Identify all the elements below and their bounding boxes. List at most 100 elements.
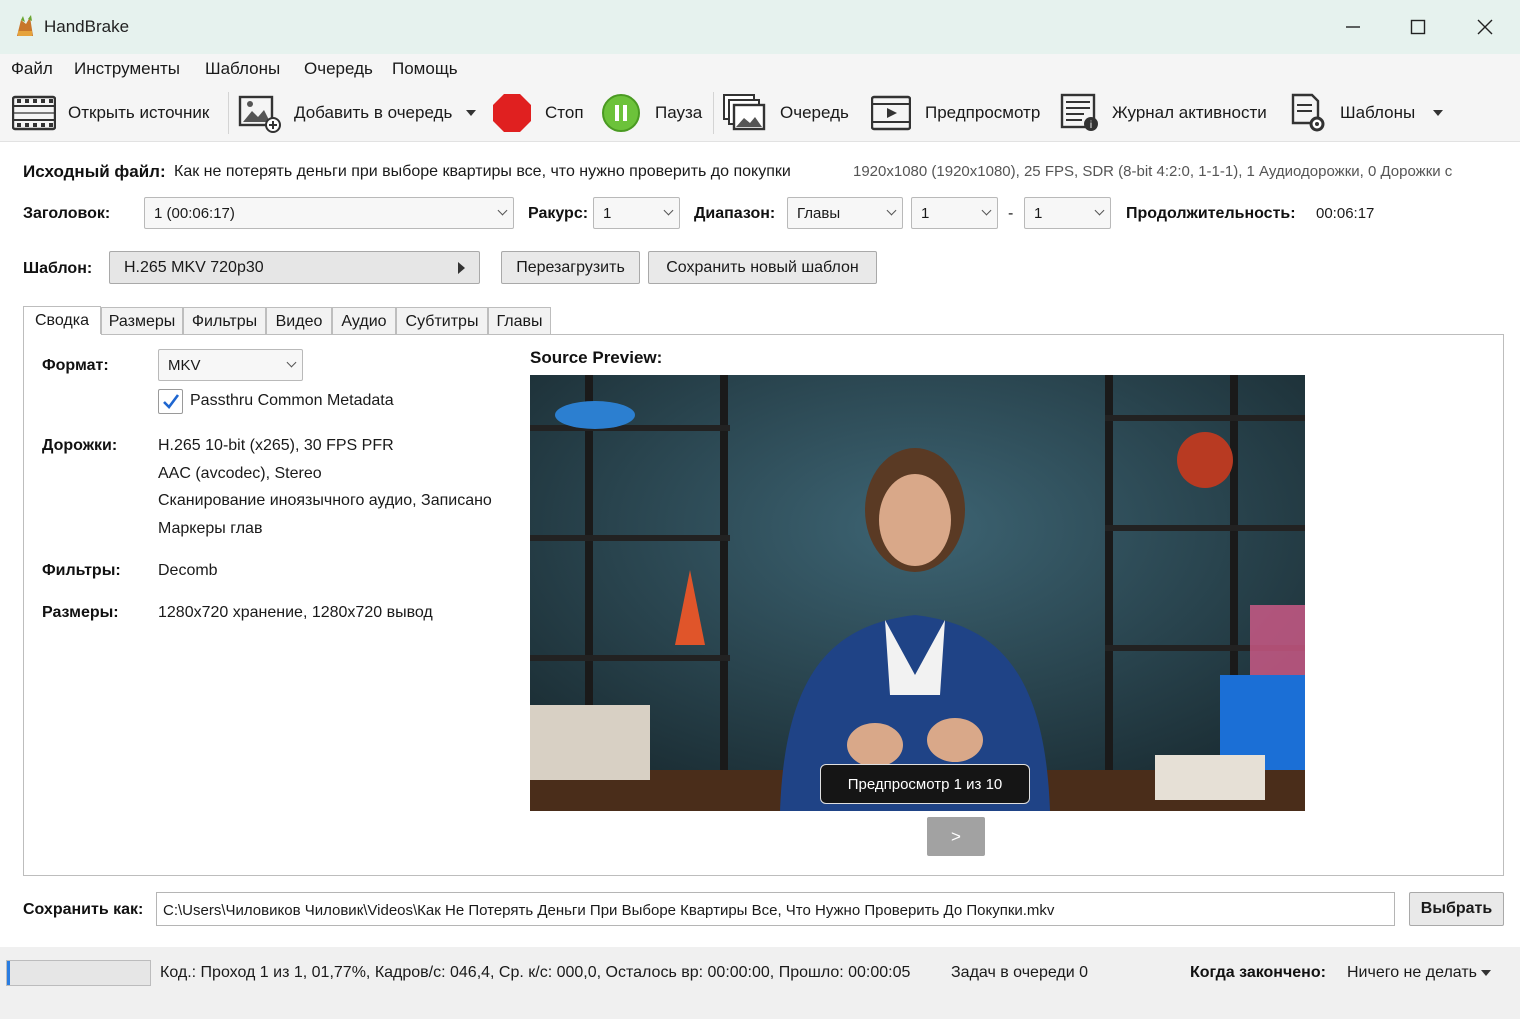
stop-icon xyxy=(493,94,531,132)
tab-filters[interactable]: Фильтры xyxy=(183,307,266,335)
close-icon xyxy=(1477,19,1493,35)
tab-dimensions[interactable]: Размеры xyxy=(101,307,183,335)
encode-progress-bar xyxy=(6,960,151,986)
activity-log-icon: i xyxy=(1060,93,1098,131)
title-bar xyxy=(0,0,1520,54)
tab-audio[interactable]: Аудио xyxy=(332,307,396,335)
range-end-select[interactable]: 1 xyxy=(1024,197,1111,229)
minimize-button[interactable] xyxy=(1331,12,1375,42)
preset-selector[interactable]: H.265 MKV 720p30 xyxy=(109,251,480,284)
close-button[interactable] xyxy=(1463,12,1507,42)
add-to-queue-button[interactable]: Добавить в очередь xyxy=(238,90,477,136)
minimize-icon xyxy=(1346,26,1360,28)
title-label: Заголовок: xyxy=(23,205,111,222)
svg-text:i: i xyxy=(1090,120,1092,131)
chevron-down-icon xyxy=(981,205,992,216)
angle-select[interactable]: 1 xyxy=(593,197,680,229)
activity-log-button[interactable]: i Журнал активности xyxy=(1060,90,1267,136)
range-start-select[interactable]: 1 xyxy=(911,197,998,229)
menu-presets[interactable]: Шаблоны xyxy=(205,59,280,79)
when-done-label: Когда закончено: xyxy=(1190,964,1326,981)
maximize-button[interactable] xyxy=(1396,12,1440,42)
source-name: Как не потерять деньги при выборе кварти… xyxy=(174,163,791,180)
chevron-down-icon xyxy=(663,205,674,216)
destination-label: Сохранить как: xyxy=(23,901,144,918)
preview-next-button[interactable]: > xyxy=(927,817,985,856)
tab-chapters[interactable]: Главы xyxy=(488,307,551,335)
open-source-button[interactable]: Открыть источник xyxy=(12,90,209,136)
toolbar-divider xyxy=(228,92,229,134)
preview-film-icon xyxy=(871,95,911,131)
range-separator: - xyxy=(1008,205,1014,222)
format-value: MKV xyxy=(168,357,201,374)
preview-button[interactable]: Предпросмотр xyxy=(871,90,1040,136)
save-new-preset-button[interactable]: Сохранить новый шаблон xyxy=(648,251,877,284)
progress-fill xyxy=(7,961,10,985)
chevron-down-icon xyxy=(1480,970,1491,976)
filters-label: Фильтры: xyxy=(42,562,121,579)
chevron-down-icon xyxy=(497,205,508,216)
toolbar-divider xyxy=(713,92,714,134)
menu-help[interactable]: Помощь xyxy=(392,59,458,79)
source-preview-image xyxy=(530,375,1305,811)
preview-counter-badge: Предпросмотр 1 из 10 xyxy=(820,764,1030,804)
track-item: AAC (avcodec), Stereo xyxy=(158,465,322,482)
when-done-select[interactable]: Ничего не делать xyxy=(1347,964,1491,982)
preview-label: Предпросмотр xyxy=(925,103,1041,122)
encode-status-text: Код.: Проход 1 из 1, 01,77%, Кадров/с: 0… xyxy=(160,964,911,981)
destination-path-input[interactable]: C:\Users\Чиловиков Чиловик\Videos\Как Не… xyxy=(156,892,1395,926)
title-select[interactable]: 1 (00:06:17) xyxy=(144,197,514,229)
chevron-down-icon xyxy=(886,205,897,216)
duration-value: 00:06:17 xyxy=(1316,205,1375,222)
pause-label: Пауза xyxy=(655,103,703,122)
reload-preset-button[interactable]: Перезагрузить xyxy=(501,251,640,284)
menu-bar: Файл Инструменты Шаблоны Очередь Помощь xyxy=(0,54,1520,84)
passthru-label: Passthru Common Metadata xyxy=(190,392,394,409)
stop-button[interactable]: Стоп xyxy=(491,90,584,136)
filters-value: Decomb xyxy=(158,562,218,579)
range-type-select[interactable]: Главы xyxy=(787,197,903,229)
tab-video[interactable]: Видео xyxy=(266,307,332,335)
window-title: HandBrake xyxy=(44,17,130,36)
destination-path-value: C:\Users\Чиловиков Чиловик\Videos\Как Не… xyxy=(163,902,1055,919)
chevron-down-icon[interactable] xyxy=(1433,110,1444,116)
pause-button[interactable]: Пауза xyxy=(601,90,702,136)
maximize-icon xyxy=(1410,19,1426,35)
queue-label: Очередь xyxy=(780,103,849,122)
menu-tools[interactable]: Инструменты xyxy=(74,59,180,79)
angle-value: 1 xyxy=(603,205,612,222)
add-to-queue-label: Добавить в очередь xyxy=(294,103,453,122)
menu-queue[interactable]: Очередь xyxy=(304,59,373,79)
format-select[interactable]: MKV xyxy=(158,349,303,381)
handbrake-logo-icon xyxy=(12,14,38,40)
chevron-down-icon[interactable] xyxy=(466,110,477,116)
track-item: H.265 10-bit (x265), 30 FPS PFR xyxy=(158,437,394,454)
queue-button[interactable]: Очередь xyxy=(722,90,849,136)
range-start-value: 1 xyxy=(921,205,930,222)
passthru-checkbox[interactable] xyxy=(158,389,183,414)
title-value: 1 (00:06:17) xyxy=(154,205,235,222)
presets-label: Шаблоны xyxy=(1340,103,1416,122)
tab-summary[interactable]: Сводка xyxy=(23,306,101,335)
queue-count-text: Задач в очереди 0 xyxy=(951,964,1089,981)
preset-value: H.265 MKV 720p30 xyxy=(124,258,264,276)
angle-label: Ракурс: xyxy=(528,205,589,222)
checkmark-icon xyxy=(163,394,180,409)
presets-button[interactable]: Шаблоны xyxy=(1290,90,1444,136)
preset-label: Шаблон: xyxy=(23,260,93,277)
active-tab-joiner xyxy=(24,334,101,336)
chevron-right-icon xyxy=(458,262,465,274)
menu-file[interactable]: Файл xyxy=(11,59,53,79)
status-bar xyxy=(0,947,1520,1019)
preview-heading: Source Preview: xyxy=(530,348,663,367)
activity-log-label: Журнал активности xyxy=(1112,103,1267,122)
source-info: 1920x1080 (1920x1080), 25 FPS, SDR (8-bi… xyxy=(853,163,1453,180)
tracks-label: Дорожки: xyxy=(42,437,118,454)
range-label: Диапазон: xyxy=(694,205,776,222)
browse-button[interactable]: Выбрать xyxy=(1409,892,1504,926)
chevron-down-icon xyxy=(286,357,297,368)
stop-label: Стоп xyxy=(545,103,584,122)
tab-subtitles[interactable]: Субтитры xyxy=(396,307,488,335)
presets-gear-icon xyxy=(1291,93,1325,132)
size-value: 1280x720 хранение, 1280x720 вывод xyxy=(158,604,433,621)
